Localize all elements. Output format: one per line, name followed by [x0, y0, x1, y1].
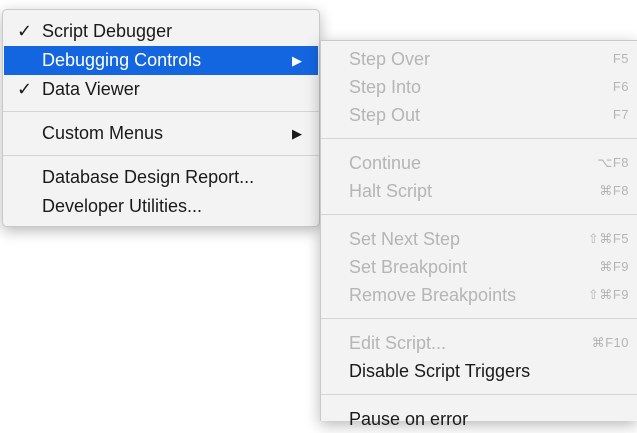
menu-item-data-viewer[interactable]: ✓ Data Viewer [3, 75, 319, 104]
checkmark-icon: ✓ [17, 79, 33, 99]
menu-item-label: Disable Script Triggers [349, 361, 531, 381]
keyboard-shortcut: ⌘F9 [599, 259, 629, 274]
keyboard-shortcut: F6 [612, 79, 629, 94]
keyboard-shortcut: ⇧⌘F9 [587, 287, 629, 302]
keyboard-shortcut: ⌘F8 [599, 183, 629, 198]
menu-item-developer-utilities[interactable]: Developer Utilities... [3, 192, 319, 221]
menu-item-label: Halt Script [349, 181, 433, 201]
menu-item-pause-on-error[interactable]: Pause on error [321, 405, 637, 433]
menu-item-label: Script Debugger [42, 21, 173, 41]
menu-item-label: Continue [349, 153, 422, 173]
menu-item-set-next-step[interactable]: Set Next Step ⇧⌘F5 [321, 225, 637, 253]
menu-item-step-into[interactable]: Step Into F6 [321, 73, 637, 101]
menu-item-disable-script-triggers[interactable]: Disable Script Triggers [321, 357, 637, 385]
submenu-arrow-icon: ▶ [292, 53, 302, 68]
menu-separator [321, 394, 637, 395]
menu-item-label: Developer Utilities... [42, 196, 203, 216]
menu-item-label: Data Viewer [42, 79, 140, 99]
menu-separator [3, 111, 319, 112]
menu-item-edit-script[interactable]: Edit Script... ⌘F10 [321, 329, 637, 357]
menu-separator [321, 214, 637, 215]
menu-separator [321, 318, 637, 319]
menu-item-halt-script[interactable]: Halt Script ⌘F8 [321, 177, 637, 205]
keyboard-shortcut: ⌥F8 [597, 155, 629, 170]
keyboard-shortcut: ⇧⌘F5 [587, 231, 629, 246]
menu-item-custom-menus[interactable]: Custom Menus ▶ [3, 119, 319, 148]
menu-item-remove-breakpoints[interactable]: Remove Breakpoints ⇧⌘F9 [321, 281, 637, 309]
menu-item-label: Pause on error [349, 409, 469, 429]
menu-item-continue[interactable]: Continue ⌥F8 [321, 149, 637, 177]
menu-item-label: Step Out [349, 105, 421, 125]
developer-tools-menu: ✓ Script Debugger Debugging Controls ▶ ✓… [2, 9, 320, 227]
menu-item-label: Set Breakpoint [349, 257, 468, 277]
keyboard-shortcut: F7 [612, 107, 629, 122]
menu-item-step-over[interactable]: Step Over F5 [321, 45, 637, 73]
menu-item-step-out[interactable]: Step Out F7 [321, 101, 637, 129]
submenu-arrow-icon: ▶ [292, 126, 302, 141]
menu-item-database-design-report[interactable]: Database Design Report... [3, 163, 319, 192]
menu-item-label: Remove Breakpoints [349, 285, 517, 305]
menu-separator [3, 155, 319, 156]
menu-item-label: Database Design Report... [42, 167, 255, 187]
menu-item-debugging-controls[interactable]: Debugging Controls ▶ [4, 46, 318, 75]
menu-item-label: Debugging Controls [42, 50, 202, 70]
menu-item-set-breakpoint[interactable]: Set Breakpoint ⌘F9 [321, 253, 637, 281]
keyboard-shortcut: ⌘F10 [591, 335, 629, 350]
debugging-controls-submenu: Step Over F5 Step Into F6 Step Out F7 Co… [320, 40, 637, 429]
menu-item-script-debugger[interactable]: ✓ Script Debugger [3, 17, 319, 46]
menu-item-label: Step Into [349, 77, 422, 97]
menu-item-label: Custom Menus [42, 123, 164, 143]
menu-item-label: Edit Script... [349, 333, 447, 353]
menu-separator [321, 138, 637, 139]
keyboard-shortcut: F5 [612, 51, 629, 66]
checkmark-icon: ✓ [17, 21, 33, 41]
menu-item-label: Step Over [349, 49, 431, 69]
menu-item-label: Set Next Step [349, 229, 461, 249]
